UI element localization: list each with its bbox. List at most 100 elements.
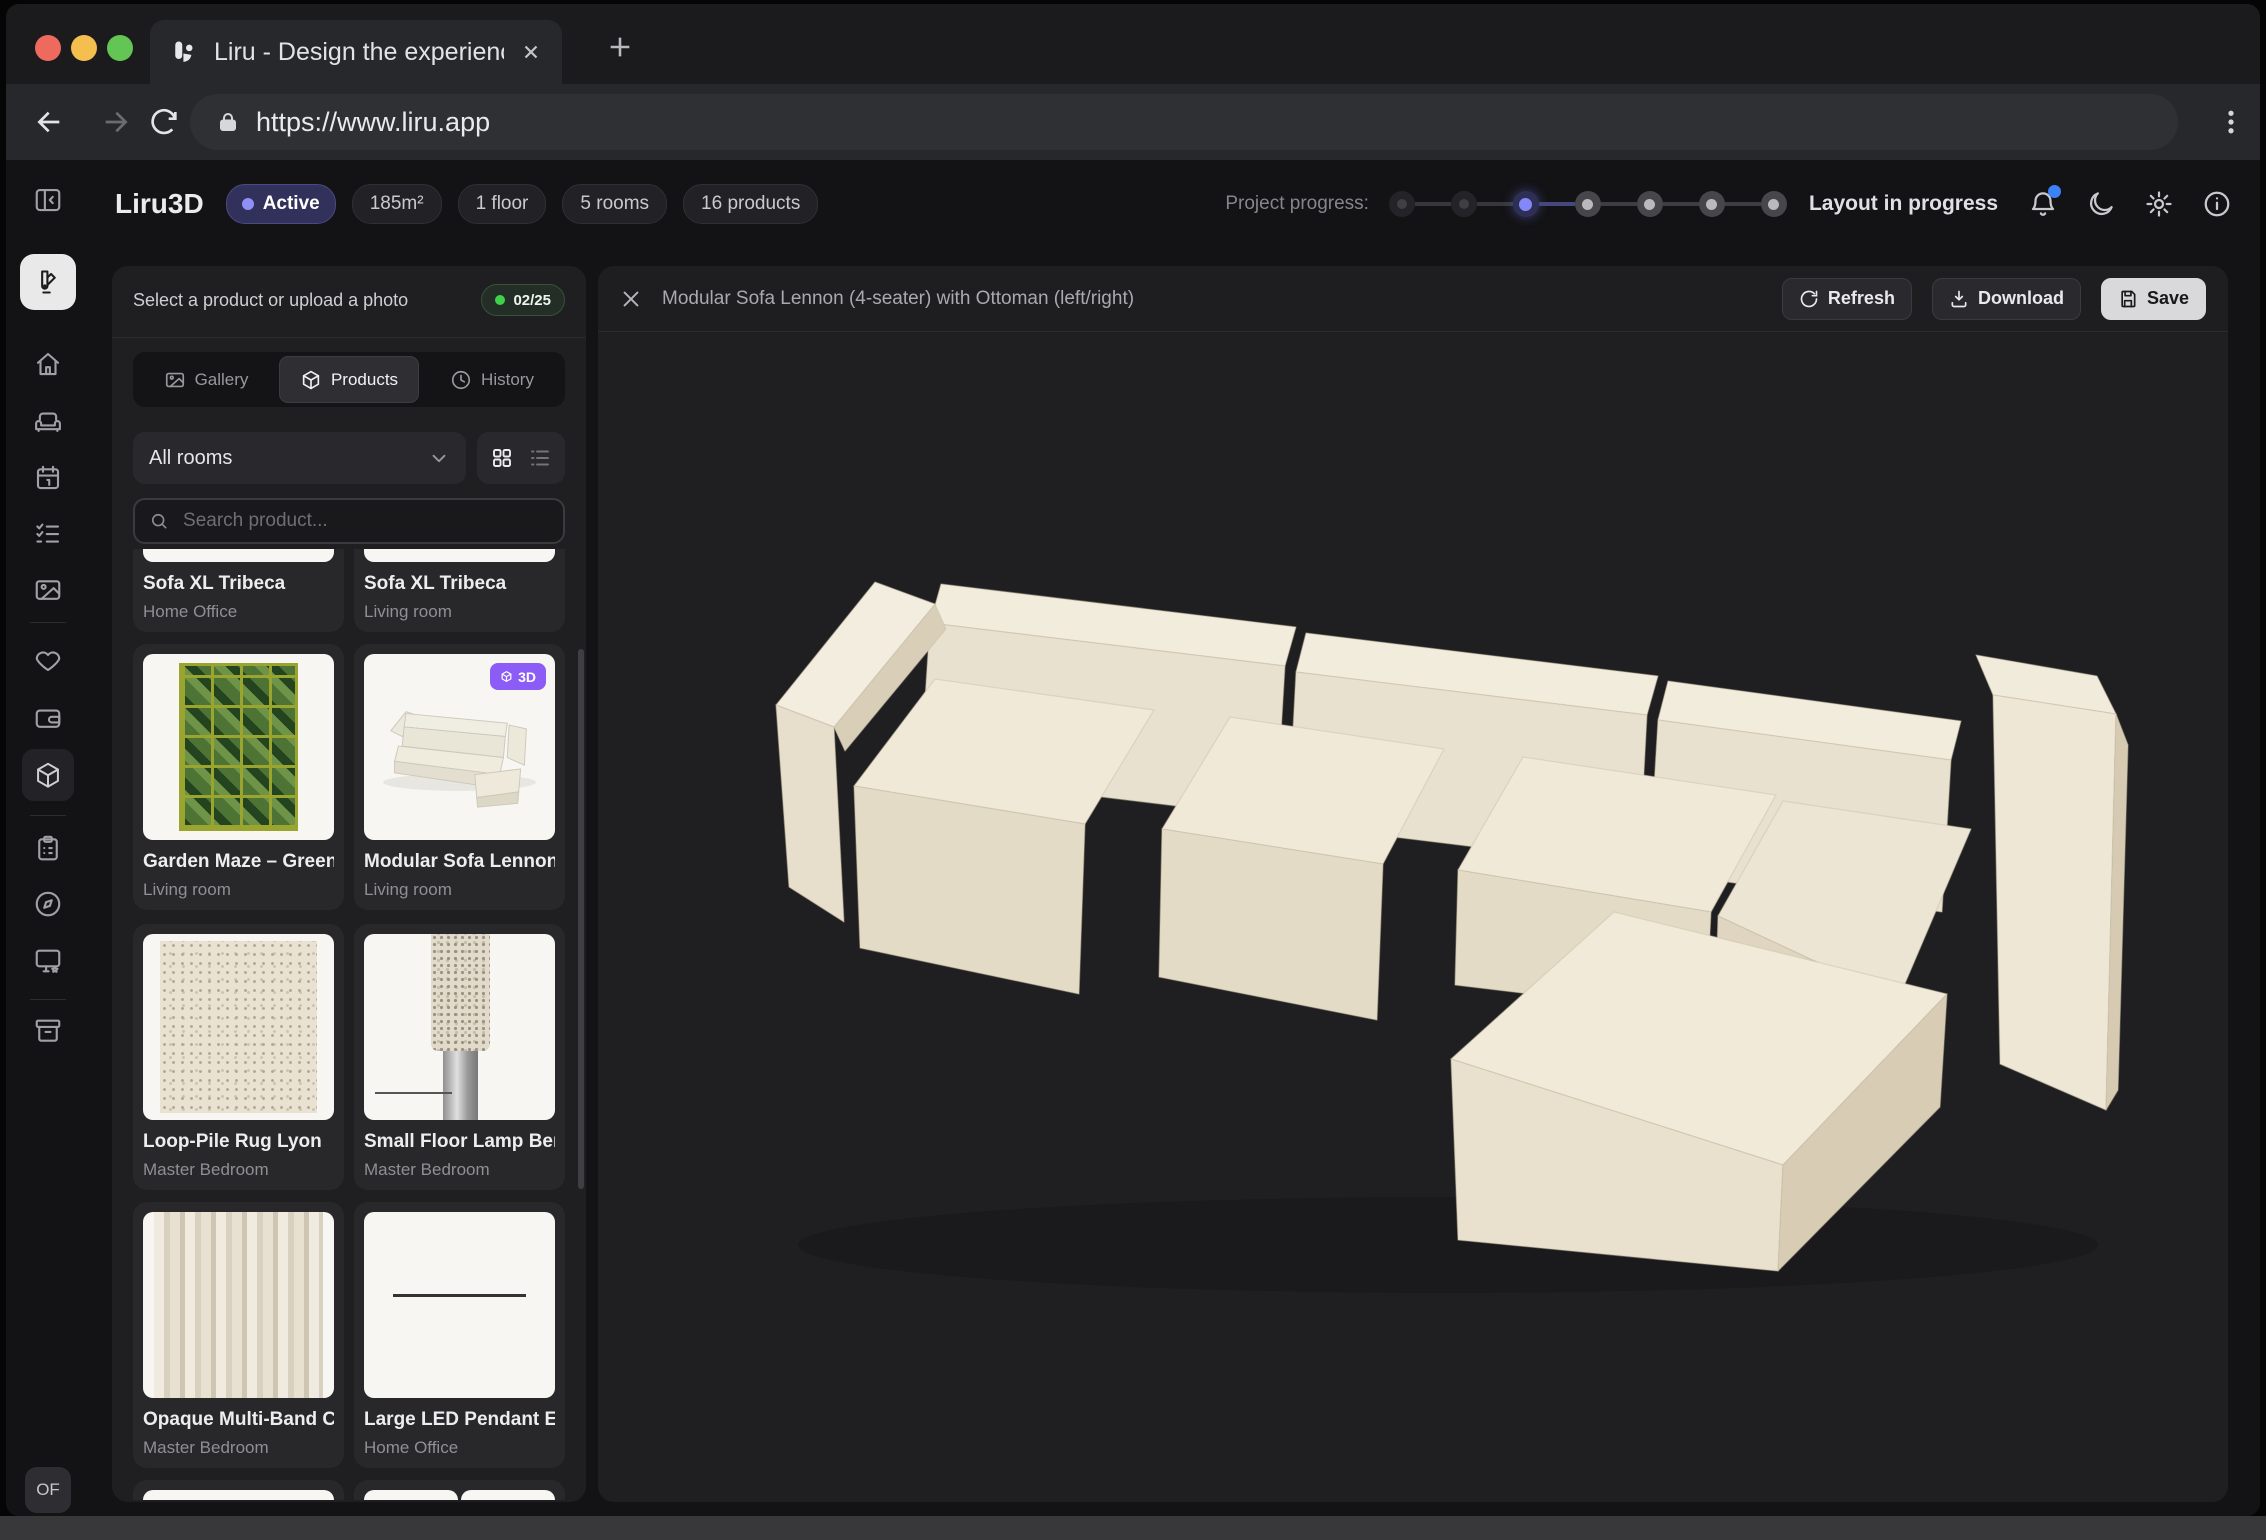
- product-card[interactable]: Large LED Pendant El... Home Office: [354, 1202, 565, 1468]
- panel-tab-bar: Gallery Products History: [133, 352, 565, 407]
- progress-step-3-current[interactable]: [1513, 191, 1539, 217]
- sofa-icon[interactable]: [33, 406, 63, 436]
- browser-menu-icon[interactable]: [2216, 107, 2246, 137]
- archive-icon[interactable]: [33, 1015, 63, 1045]
- dark-mode-moon-icon[interactable]: [2086, 189, 2116, 219]
- list-view-icon[interactable]: [528, 446, 552, 470]
- wallet-icon[interactable]: [33, 703, 63, 733]
- new-tab-button[interactable]: [606, 33, 634, 61]
- panel-toggle-icon[interactable]: [33, 185, 63, 215]
- panel-scrollbar[interactable]: [578, 649, 584, 1189]
- forward-icon[interactable]: [99, 106, 131, 138]
- product-room: Master Bedroom: [143, 1160, 334, 1180]
- info-icon[interactable]: [2202, 189, 2232, 219]
- progress-step-7[interactable]: [1761, 191, 1787, 217]
- view-toggle: [477, 432, 565, 484]
- address-bar[interactable]: https://www.liru.app: [190, 94, 2178, 150]
- clock-icon: [450, 369, 472, 391]
- product-card[interactable]: 3D Modular Sofa Lennon (... Living room: [354, 644, 565, 910]
- progress-step-4[interactable]: [1575, 191, 1601, 217]
- tab-gallery[interactable]: Gallery: [137, 356, 275, 403]
- viewer-title: Modular Sofa Lennon (4-seater) with Otto…: [662, 288, 1762, 310]
- room-filter-select[interactable]: All rooms: [133, 432, 466, 484]
- design-tool-button-active[interactable]: [20, 254, 76, 310]
- product-card[interactable]: Small Floor Lamp Benan Master Bedroom: [354, 924, 565, 1190]
- grid-view-icon[interactable]: [490, 446, 514, 470]
- home-icon[interactable]: [33, 349, 63, 379]
- heart-icon[interactable]: [33, 645, 63, 675]
- download-button[interactable]: Download: [1932, 278, 2081, 320]
- tab-close-icon[interactable]: [520, 41, 542, 63]
- product-thumbnail: [143, 1490, 334, 1500]
- product-card-partial[interactable]: [354, 1480, 565, 1500]
- refresh-button[interactable]: Refresh: [1782, 278, 1912, 320]
- 3d-badge: 3D: [490, 663, 546, 690]
- tab-products[interactable]: Products: [279, 356, 419, 403]
- product-card-partial[interactable]: [133, 1480, 344, 1500]
- back-icon[interactable]: [34, 106, 66, 138]
- sofa-3d-render: [728, 545, 2228, 1325]
- stat-badge-floors: 1 floor: [458, 184, 547, 224]
- product-card[interactable]: Loop-Pile Rug Lyon Master Bedroom: [133, 924, 344, 1190]
- search-box: [133, 498, 565, 544]
- product-room: Living room: [364, 602, 555, 622]
- product-room: Living room: [143, 880, 334, 900]
- rug-image: [160, 941, 317, 1112]
- product-room: Home Office: [143, 602, 334, 622]
- close-icon[interactable]: [620, 288, 642, 310]
- product-room: Master Bedroom: [143, 1438, 334, 1458]
- window-bottom-edge: [0, 1516, 2266, 1540]
- progress-step-5[interactable]: [1637, 191, 1663, 217]
- product-thumbnail: [364, 549, 555, 562]
- browser-tab[interactable]: Liru - Design the experience: [150, 20, 562, 84]
- product-name: Sofa XL Tribeca: [364, 573, 555, 595]
- maze-rug-image: [179, 663, 297, 830]
- chevron-down-icon: [428, 447, 450, 469]
- checklist-icon[interactable]: [33, 519, 63, 549]
- product-thumbnail: [143, 549, 334, 562]
- progress-step-1[interactable]: [1389, 191, 1415, 217]
- compass-icon[interactable]: [33, 889, 63, 919]
- download-icon: [1949, 289, 1969, 309]
- product-thumbnail: [364, 1212, 555, 1398]
- product-card[interactable]: Garden Maze – Green Living room: [133, 644, 344, 910]
- image-icon[interactable]: [33, 575, 63, 605]
- avatar[interactable]: OF: [25, 1467, 71, 1513]
- settings-gear-icon[interactable]: [2144, 189, 2174, 219]
- product-list: Sofa XL Tribeca Home Office Sofa XL Trib…: [133, 549, 572, 1500]
- product-room: Living room: [364, 880, 555, 900]
- reload-icon[interactable]: [148, 106, 180, 138]
- gallery-icon: [164, 369, 186, 391]
- close-window-button[interactable]: [35, 35, 61, 61]
- calendar-icon[interactable]: [33, 463, 63, 493]
- clipboard-icon[interactable]: [33, 833, 63, 863]
- product-name: Opaque Multi-Band Cu...: [143, 1409, 334, 1431]
- product-thumbnail: [143, 934, 334, 1120]
- stat-badge-products: 16 products: [683, 184, 818, 224]
- browser-toolbar: https://www.liru.app: [6, 84, 2260, 160]
- product-panel: Select a product or upload a photo 02/25…: [112, 266, 586, 1502]
- product-thumbnail: [143, 654, 334, 840]
- progress-step-2[interactable]: [1451, 191, 1477, 217]
- product-name: Large LED Pendant El...: [364, 1409, 555, 1431]
- search-input[interactable]: [181, 509, 549, 533]
- product-name: Garden Maze – Green: [143, 851, 334, 873]
- product-card[interactable]: Sofa XL Tribeca Living room: [354, 549, 565, 632]
- save-button[interactable]: Save: [2101, 278, 2206, 320]
- swatch-icon: [34, 268, 62, 296]
- zoom-window-button[interactable]: [107, 35, 133, 61]
- products-tool-button-selected[interactable]: [22, 749, 74, 801]
- product-name: Sofa XL Tribeca: [143, 573, 334, 595]
- viewer-canvas[interactable]: [598, 333, 2228, 1502]
- progress-status: Layout in progress: [1809, 192, 1998, 216]
- minimize-window-button[interactable]: [71, 35, 97, 61]
- site-favicon: [170, 38, 198, 66]
- cube-icon: [500, 670, 513, 683]
- screen-share-icon[interactable]: [33, 945, 63, 975]
- tab-history[interactable]: History: [423, 356, 561, 403]
- notifications-bell-icon[interactable]: [2028, 189, 2058, 219]
- lamp-base: [443, 1051, 477, 1120]
- progress-step-6[interactable]: [1699, 191, 1725, 217]
- product-card[interactable]: Opaque Multi-Band Cu... Master Bedroom: [133, 1202, 344, 1468]
- product-card[interactable]: Sofa XL Tribeca Home Office: [133, 549, 344, 632]
